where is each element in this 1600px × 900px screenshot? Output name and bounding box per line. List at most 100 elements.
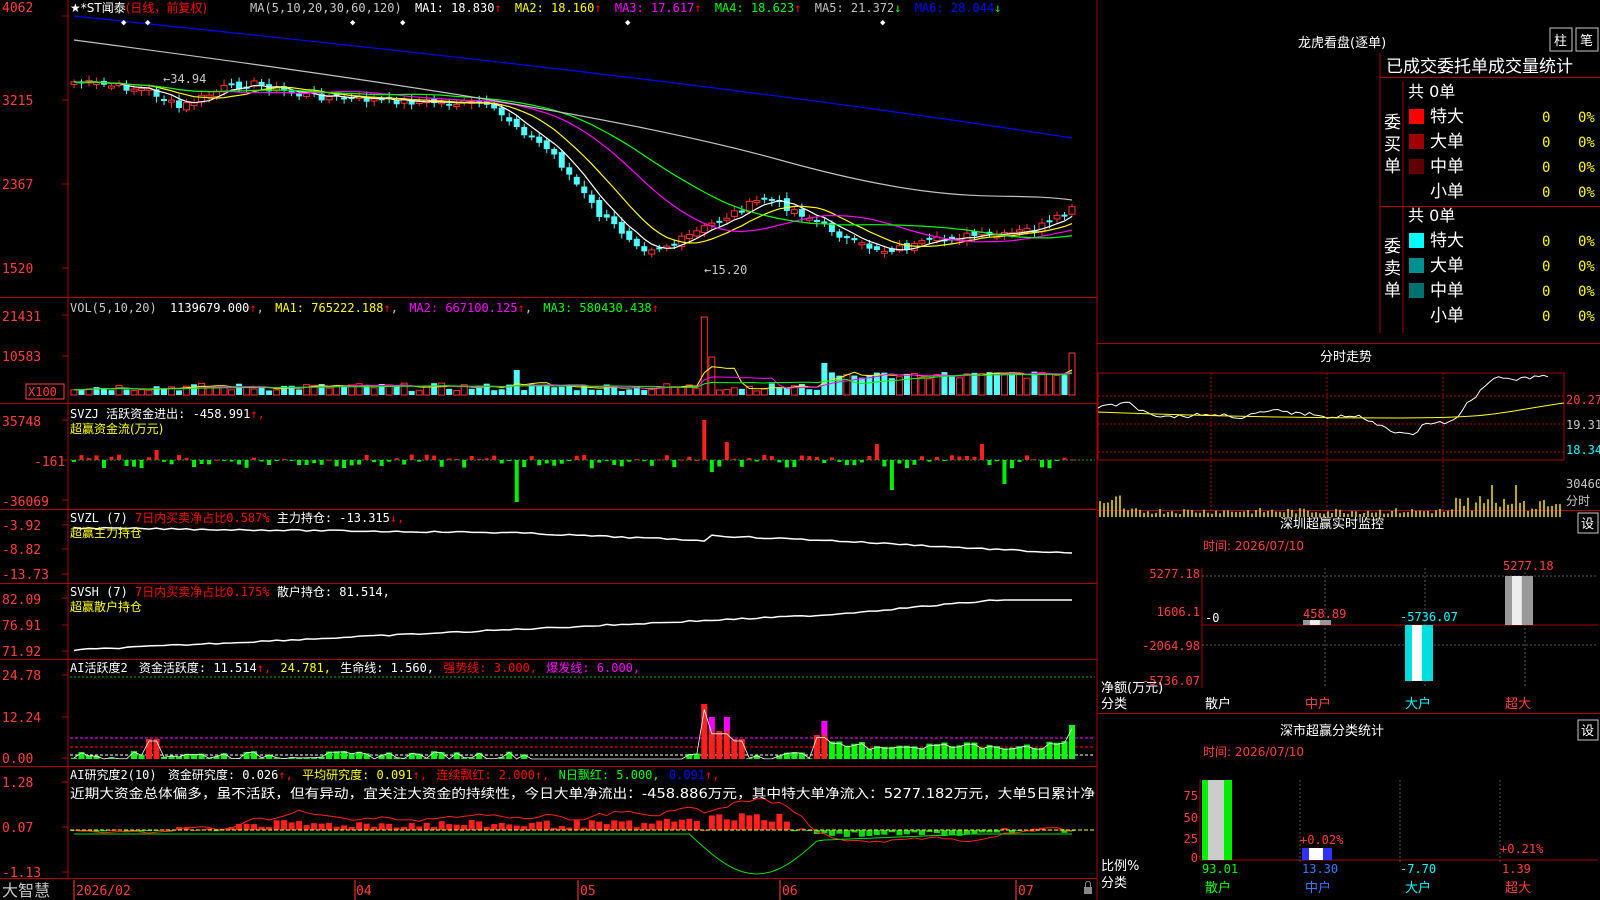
- svsh-title-a: SVSH (7): [70, 585, 128, 599]
- svzj-bar: [912, 460, 917, 465]
- svzj-bar: [154, 450, 159, 460]
- date-axis: 2026/02 04 05 06 07: [76, 884, 1034, 899]
- vol-axis-2: 10583: [2, 350, 41, 365]
- svzj-bar: [582, 454, 587, 460]
- svzj-bar: [1009, 460, 1014, 469]
- szcy-time: 时间: 2026/07/10: [1203, 539, 1304, 553]
- volume-bar: [453, 390, 461, 396]
- svzl-legend: SVZL (7) 7日内买卖净占比0.587% 主力持仓: -13.315↓,: [70, 510, 404, 525]
- vol-arrow: ↑: [249, 301, 256, 315]
- ai-research-bar: [341, 825, 348, 830]
- ai-active-bar: [716, 731, 723, 759]
- stock-title[interactable]: ★*ST闻泰(日线，前复权): [70, 0, 207, 15]
- lock-icon[interactable]: [1084, 881, 1092, 895]
- signal-marker: ◆: [121, 18, 127, 28]
- svzj-bar: [1017, 460, 1022, 462]
- ma3-value: MA3: 17.617: [615, 1, 694, 15]
- ai-active-bar: [948, 746, 955, 759]
- ai-active-bar: [828, 741, 835, 759]
- ai-research-bar: [528, 822, 535, 830]
- vol-value: 1139679.000: [170, 301, 249, 315]
- candle-body: [528, 135, 535, 138]
- svzj-legend: SVZJ 活跃资金进出: -458.991↑,: [70, 406, 265, 421]
- intraday-volume-bar: [1471, 510, 1473, 517]
- candle-body: [296, 93, 303, 97]
- szcy-axis-1: 5277.18: [1149, 567, 1200, 581]
- ai-research-bar: [311, 823, 318, 830]
- volume-bar: [978, 372, 986, 396]
- volume-bar: [138, 389, 146, 396]
- candle-body: [1046, 220, 1053, 223]
- lhkp-tab-title[interactable]: 已成交委托单成交量统计: [1386, 57, 1573, 77]
- intraday-volume-bar: [1303, 508, 1305, 517]
- volume-bar: [370, 387, 378, 396]
- intraday-volume-bar: [1511, 503, 1513, 517]
- ai-research-bar: [303, 824, 310, 830]
- szcy-axis-3: -2064.98: [1142, 639, 1200, 653]
- volume-bar: [176, 390, 183, 395]
- svzj-bar: [192, 460, 197, 468]
- tick-mode-button[interactable]: 笔: [1575, 27, 1599, 52]
- date-label-1: 2026/02: [76, 884, 131, 899]
- volume-bar: [903, 373, 910, 395]
- intraday-volume-bar: [1427, 510, 1429, 517]
- ai-research-6: ↑,: [535, 768, 549, 782]
- sscy-value-label: 1.39: [1502, 862, 1531, 876]
- svzj-bar: [514, 460, 519, 502]
- volume-bar: [663, 383, 671, 396]
- intraday-volume-bar: [1155, 512, 1157, 517]
- candle-body: [880, 250, 888, 254]
- ai-active-bar: [1001, 748, 1008, 759]
- sell-row-name: 特大: [1430, 231, 1464, 251]
- svzj-axis-3: -36069: [2, 495, 49, 510]
- svzj-bar: [657, 459, 662, 461]
- svzj-bar: [747, 458, 752, 460]
- candle-body: [161, 99, 168, 102]
- intraday-volume-bar: [1183, 509, 1185, 517]
- candle-body: [453, 103, 461, 107]
- intraday-volume-bar: [1483, 503, 1485, 517]
- szcy-axis-2: 1606.1: [1157, 605, 1200, 619]
- svzl-subtitle: 超赢主力持仓: [70, 525, 142, 540]
- ai-research-bar: [746, 815, 753, 830]
- ai-research-bar: [273, 820, 280, 830]
- ai-research-bar: [836, 830, 843, 834]
- ai-research-bar: [588, 820, 595, 830]
- ai-active-bar: [1008, 747, 1015, 759]
- candle-body: [183, 102, 191, 111]
- ai-active-bar: [738, 739, 745, 759]
- intraday-volume-bar: [1131, 508, 1133, 517]
- svsh-axis-1: 82.09: [2, 593, 41, 608]
- szcy-settings-button[interactable]: 设: [1577, 512, 1599, 534]
- ai-research-bar: [738, 813, 745, 830]
- bar-mode-label: 柱: [1554, 34, 1567, 49]
- volume-bar: [70, 389, 78, 396]
- ma1-line: [73, 81, 1073, 251]
- intraday-volume-bar: [1103, 503, 1105, 517]
- intraday-chart: [1097, 372, 1565, 517]
- intraday-volume-bar: [1491, 485, 1493, 517]
- intraday-volume-bar: [1379, 509, 1381, 517]
- bar-mode-button[interactable]: 柱: [1549, 27, 1573, 52]
- svzj-bar: [852, 460, 857, 466]
- intraday-volume-bar: [1099, 501, 1101, 517]
- szcy-category-label: 大户: [1405, 696, 1431, 712]
- intraday-price-line: [1097, 374, 1549, 436]
- svzj-bar: [1039, 460, 1044, 468]
- sell-row-value: 0: [1542, 259, 1550, 275]
- svzj-axis-2: -161: [34, 455, 65, 470]
- volume-bar: [1045, 373, 1053, 396]
- ai-research-7: N日飘红: 5.000,: [559, 767, 660, 782]
- ai-research-comment: 近期大资金总体偏多，虽不活跃，但有异动，宜关注大资金的持续性，今日大单净流出：-…: [70, 786, 1095, 802]
- svzj-bar: [379, 460, 384, 466]
- svzj-bar: [147, 457, 152, 460]
- volume-bar: [858, 377, 865, 395]
- intraday-volume-bar: [1123, 508, 1125, 517]
- ai-active-bar: [888, 746, 895, 759]
- sscy-value-label: 93.01: [1202, 862, 1238, 876]
- ai-active-1: 资金活跃度: 11.514: [139, 660, 257, 675]
- svzj-bar: [664, 455, 669, 460]
- ai-research-bar: [288, 822, 295, 830]
- sscy-settings-button[interactable]: 设: [1577, 719, 1599, 741]
- candle-body: [641, 246, 648, 252]
